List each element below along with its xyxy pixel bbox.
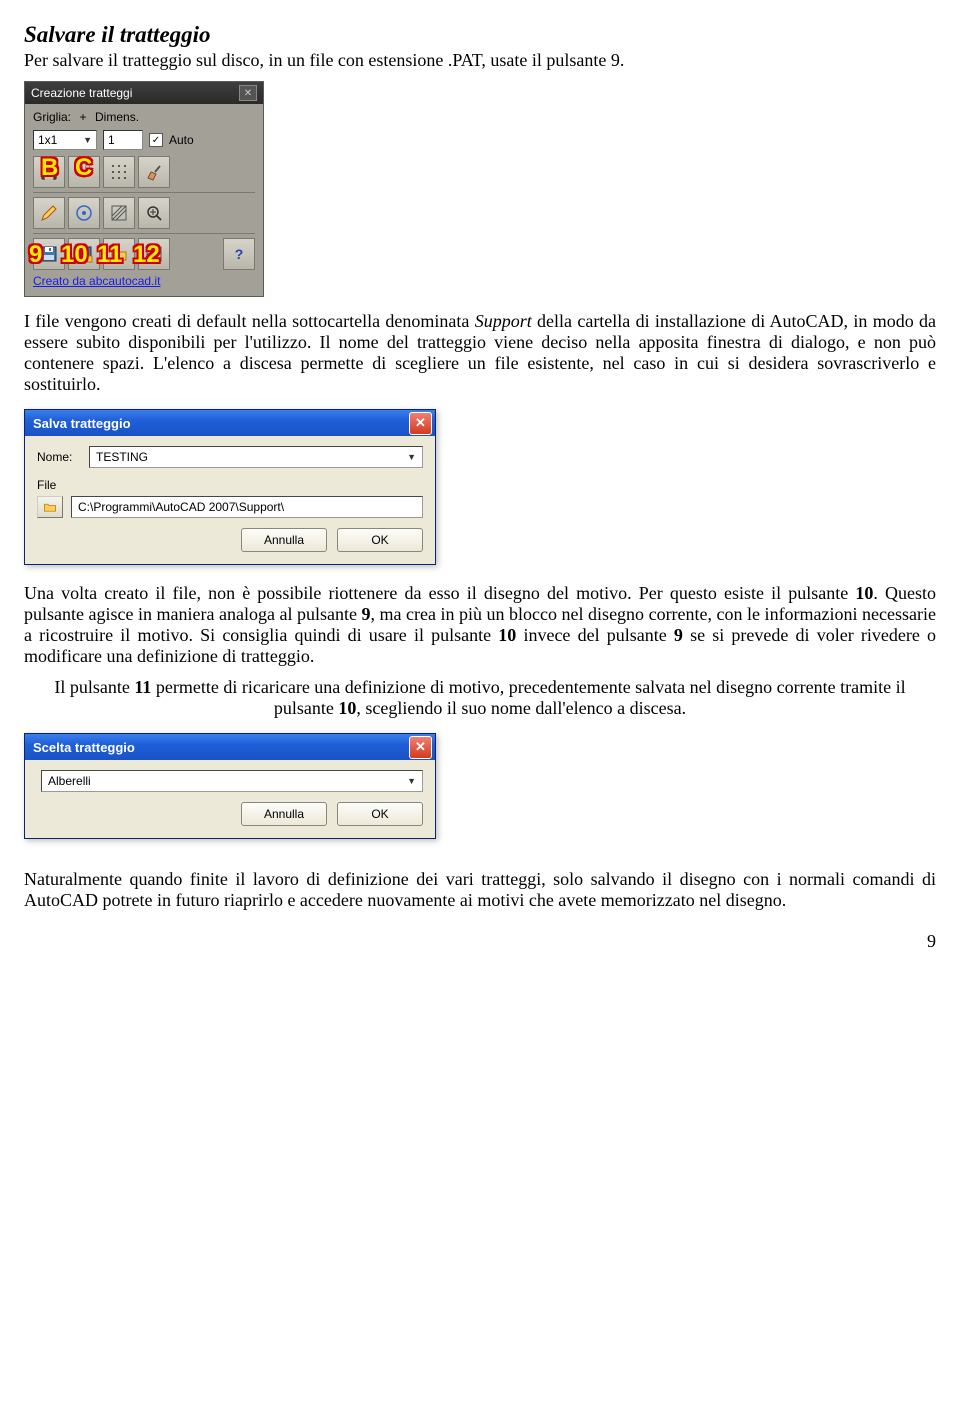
- p3-d: 9: [362, 604, 371, 624]
- pencil-icon-button[interactable]: [33, 197, 65, 229]
- zoom-icon-button[interactable]: [138, 197, 170, 229]
- hatch-icon-button[interactable]: [103, 197, 135, 229]
- grid-label: Griglia:: [33, 110, 71, 124]
- p3-h: 9: [674, 625, 683, 645]
- p2-a: I file vengono creati di default nella s…: [24, 311, 475, 331]
- name-value: TESTING: [96, 450, 148, 464]
- dialog-titlebar: Scelta tratteggio ✕: [25, 734, 435, 760]
- chevron-down-icon: ▼: [401, 776, 416, 786]
- p3-a: Una volta creato il file, non è possibil…: [24, 583, 855, 603]
- dimens-value: 1: [108, 133, 115, 147]
- paragraph-4: Il pulsante 11 permette di ricaricare un…: [24, 677, 936, 719]
- magnet-icon-button[interactable]: [68, 156, 100, 188]
- svg-text:?: ?: [235, 246, 244, 262]
- icon-row-3: ?: [33, 238, 255, 270]
- block-grid-icon-button[interactable]: [138, 238, 170, 270]
- icon-row-2: [33, 197, 255, 229]
- p4-b: 11: [134, 677, 151, 697]
- grid-value: 1x1: [38, 133, 57, 147]
- open-folder-icon-button[interactable]: [103, 238, 135, 270]
- credits-link[interactable]: Creato da abcautocad.it: [33, 274, 160, 288]
- icon-row-1: [33, 156, 255, 188]
- expand-icon-button[interactable]: [33, 156, 65, 188]
- dialog-title: Salva tratteggio: [33, 416, 131, 431]
- pick-hatch-dialog: Scelta tratteggio ✕ Alberelli ▼ Annulla …: [24, 733, 436, 839]
- paragraph-3: Una volta creato il file, non è possibil…: [24, 583, 936, 667]
- save-block-icon-button[interactable]: [68, 238, 100, 270]
- p3-f: 10: [498, 625, 516, 645]
- brush-icon-button[interactable]: [138, 156, 170, 188]
- auto-label: Auto: [169, 133, 194, 147]
- hatch-value: Alberelli: [48, 774, 91, 788]
- p2-b: Support: [475, 311, 532, 331]
- dialog-title: Scelta tratteggio: [33, 740, 135, 755]
- path-input[interactable]: C:\Programmi\AutoCAD 2007\Support\: [71, 496, 423, 518]
- plus-label: +: [77, 110, 89, 124]
- hatch-creation-panel: Creazione tratteggi ✕ Griglia: + Dimens.…: [24, 81, 264, 297]
- cancel-button[interactable]: Annulla: [241, 802, 327, 826]
- grid-dots-icon-button[interactable]: [103, 156, 135, 188]
- page-number: 9: [24, 931, 936, 952]
- paragraph-5: Naturalmente quando finite il lavoro di …: [24, 869, 936, 911]
- chevron-down-icon: ▼: [401, 452, 416, 462]
- panel-titlebar: Creazione tratteggi ✕: [25, 82, 263, 104]
- dialog-titlebar: Salva tratteggio ✕: [25, 410, 435, 436]
- browse-button[interactable]: [37, 496, 63, 518]
- name-combo[interactable]: TESTING ▼: [89, 446, 423, 468]
- save-hatch-dialog: Salva tratteggio ✕ Nome: TESTING ▼ File …: [24, 409, 436, 565]
- dimens-input[interactable]: 1: [103, 130, 143, 150]
- auto-checkbox[interactable]: ✓: [149, 133, 163, 147]
- panel-close-button[interactable]: ✕: [239, 85, 257, 101]
- p4-d: 10: [338, 698, 356, 718]
- name-label: Nome:: [37, 450, 81, 464]
- save-icon-button[interactable]: [33, 238, 65, 270]
- path-value: C:\Programmi\AutoCAD 2007\Support\: [78, 500, 284, 514]
- p3-g: invece del pulsante: [516, 625, 674, 645]
- dialog-close-button[interactable]: ✕: [409, 736, 432, 759]
- help-icon-button[interactable]: ?: [223, 238, 255, 270]
- section-heading: Salvare il tratteggio: [24, 22, 936, 48]
- p4-e: , scegliendo il suo nome dall'elenco a d…: [356, 698, 686, 718]
- intro-paragraph: Per salvare il tratteggio sul disco, in …: [24, 50, 936, 71]
- file-label: File: [37, 478, 81, 492]
- p4-a: Il pulsante: [54, 677, 134, 697]
- hatch-combo[interactable]: Alberelli ▼: [41, 770, 423, 792]
- target-icon-button[interactable]: [68, 197, 100, 229]
- panel-title: Creazione tratteggi: [31, 86, 132, 100]
- p3-b: 10: [855, 583, 873, 603]
- chevron-down-icon: ▼: [83, 135, 92, 145]
- cancel-button[interactable]: Annulla: [241, 528, 327, 552]
- dimens-label: Dimens.: [95, 110, 139, 124]
- dialog-close-button[interactable]: ✕: [409, 412, 432, 435]
- paragraph-2: I file vengono creati di default nella s…: [24, 311, 936, 395]
- grid-combo[interactable]: 1x1 ▼: [33, 130, 97, 150]
- ok-button[interactable]: OK: [337, 528, 423, 552]
- ok-button[interactable]: OK: [337, 802, 423, 826]
